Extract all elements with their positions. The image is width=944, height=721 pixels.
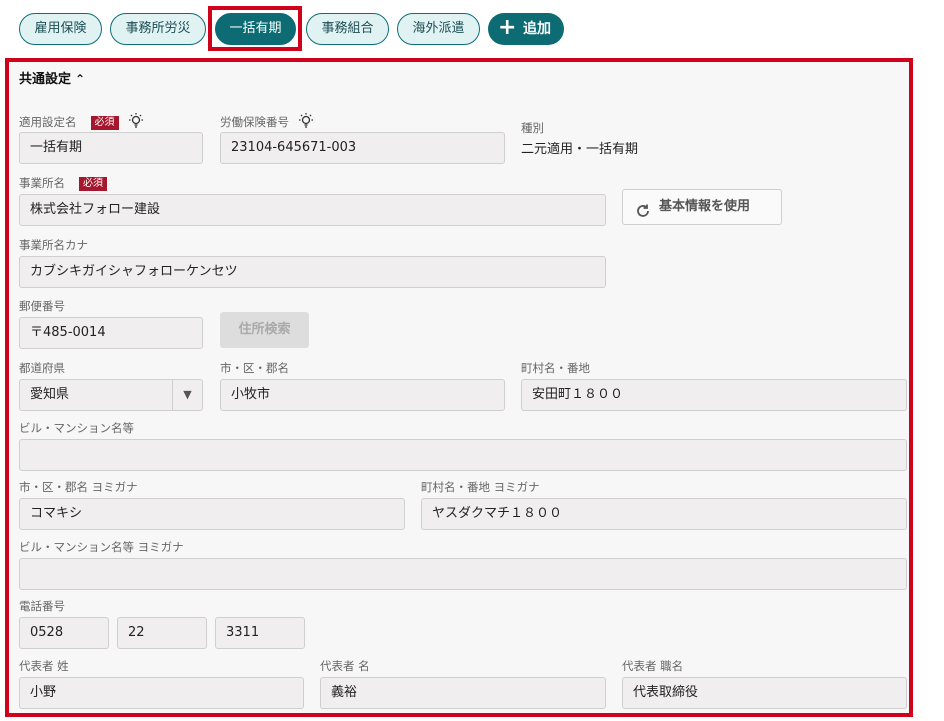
office-name-label: 事業所名 必須 xyxy=(19,175,107,191)
phone-part3-input[interactable]: 3311 xyxy=(215,617,305,649)
rep-last-label: 代表者 姓 xyxy=(19,659,69,673)
office-kana-label: 事業所名カナ xyxy=(19,238,88,252)
phone-part1-input[interactable]: 0528 xyxy=(19,617,109,649)
setting-name-label: 適用設定名 必須 xyxy=(19,112,145,133)
rep-last-input[interactable]: 小野 xyxy=(19,677,304,709)
insurance-number-label: 労働保険番号 xyxy=(220,112,315,133)
type-value: 二元適用・一括有期 xyxy=(521,142,639,157)
phone-label: 電話番号 xyxy=(19,599,65,613)
use-basic-info-label: 基本情報を使用 xyxy=(659,199,751,214)
tab-office-association[interactable]: 事務組合 xyxy=(306,13,389,45)
add-tab-button[interactable]: + 追加 xyxy=(488,13,564,45)
building-kana-label: ビル・マンション名等 ヨミガナ xyxy=(19,540,184,554)
chevron-up-icon: ⌃ xyxy=(75,72,86,86)
office-name-input[interactable]: 株式会社フォロー建設 xyxy=(19,194,606,226)
address-search-button[interactable]: 住所検索 xyxy=(220,312,309,348)
tab-employment-insurance[interactable]: 雇用保険 xyxy=(19,13,102,45)
postal-code-input[interactable]: 〒485-0014 xyxy=(19,317,203,349)
tab-bar: 雇用保険 事務所労災 一括有期 事務組合 海外派遣 + 追加 xyxy=(0,0,944,58)
section-title: 共通設定 xyxy=(19,72,72,87)
building-kana-input[interactable] xyxy=(19,558,907,590)
phone-part2-input[interactable]: 22 xyxy=(117,617,207,649)
tab-office-workers-comp[interactable]: 事務所労災 xyxy=(110,13,206,45)
refresh-icon xyxy=(635,199,651,233)
prefecture-value: 愛知県 xyxy=(30,387,70,402)
prefecture-label: 都道府県 xyxy=(19,361,65,375)
town-input[interactable]: 安田町１８００ xyxy=(521,379,907,411)
rep-first-label: 代表者 名 xyxy=(320,659,370,673)
prefecture-select[interactable]: 愛知県 ▼ xyxy=(19,379,203,411)
plus-icon: + xyxy=(498,15,517,40)
rep-title-input[interactable]: 代表取締役 xyxy=(622,677,907,709)
building-input[interactable] xyxy=(19,439,907,471)
city-input[interactable]: 小牧市 xyxy=(220,379,505,411)
tab-overseas-dispatch[interactable]: 海外派遣 xyxy=(397,13,480,45)
setting-name-input[interactable]: 一括有期 xyxy=(19,132,203,164)
add-tab-label: 追加 xyxy=(523,21,551,37)
town-kana-input[interactable]: ヤスダクマチ１８００ xyxy=(421,498,907,530)
city-label: 市・区・郡名 xyxy=(220,361,289,375)
rep-title-label: 代表者 職名 xyxy=(622,659,684,673)
section-header[interactable]: 共通設定 ⌃ xyxy=(19,68,85,87)
use-basic-info-button[interactable]: 基本情報を使用 xyxy=(622,189,782,225)
common-settings-panel: 共通設定 ⌃ 適用設定名 必須 一括有期 労働保険番号 23104-645671-0… xyxy=(5,58,913,717)
required-badge: 必須 xyxy=(90,116,119,130)
lightbulb-icon[interactable] xyxy=(127,112,145,133)
chevron-down-icon[interactable]: ▼ xyxy=(172,380,202,410)
office-kana-input[interactable]: カブシキガイシャフォローケンセツ xyxy=(19,256,606,288)
required-badge: 必須 xyxy=(79,177,107,191)
lightbulb-icon[interactable] xyxy=(297,112,315,133)
postal-code-label: 郵便番号 xyxy=(19,299,65,313)
city-kana-input[interactable]: コマキシ xyxy=(19,498,405,530)
rep-first-input[interactable]: 義裕 xyxy=(320,677,606,709)
insurance-number-input[interactable]: 23104-645671-003 xyxy=(220,132,505,164)
active-tab-highlight xyxy=(208,6,302,51)
town-kana-label: 町村名・番地 ヨミガナ xyxy=(421,480,540,494)
town-label: 町村名・番地 xyxy=(521,361,590,375)
building-label: ビル・マンション名等 xyxy=(19,421,134,435)
city-kana-label: 市・区・郡名 ヨミガナ xyxy=(19,480,138,494)
type-label: 種別 xyxy=(521,121,544,135)
